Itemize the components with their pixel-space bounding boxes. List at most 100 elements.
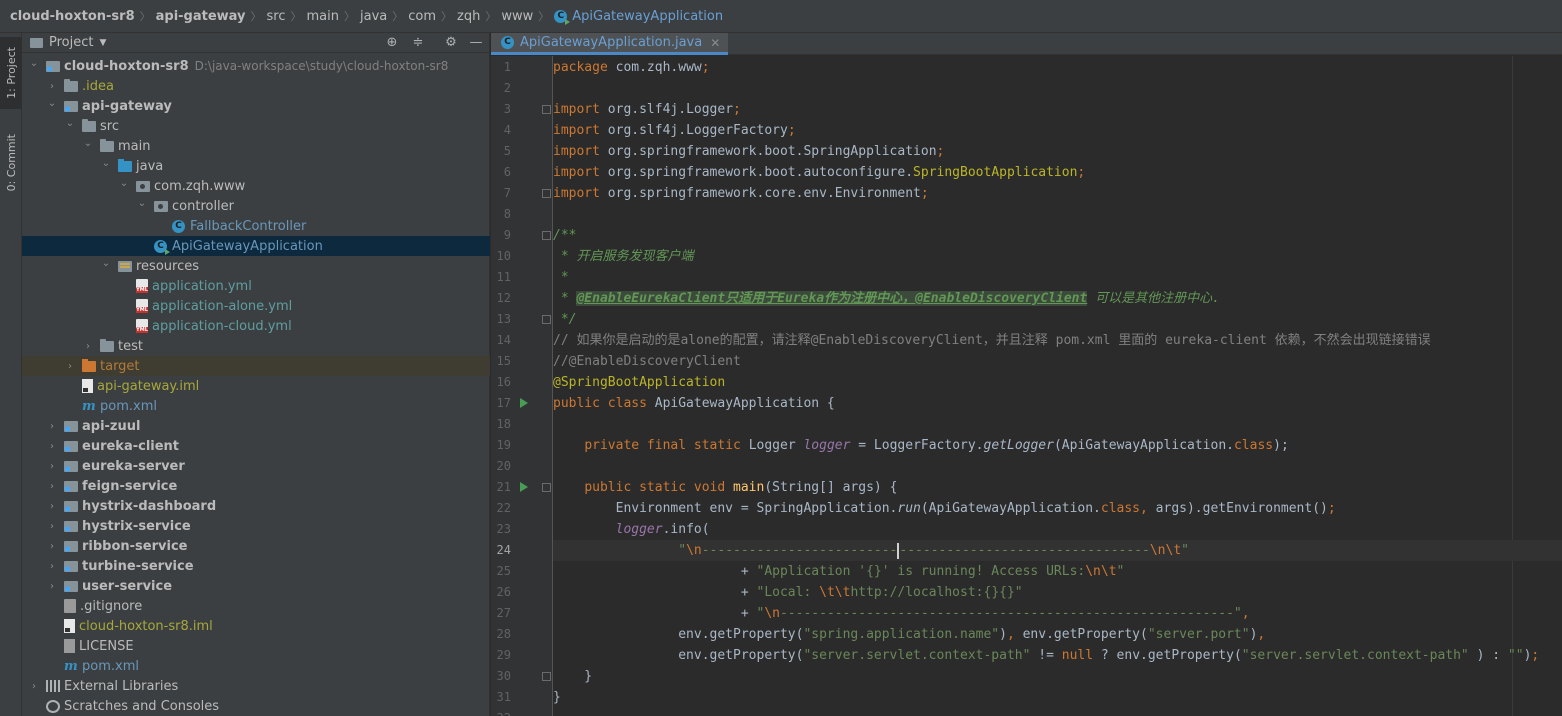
tree-item[interactable]: ⌄ resources <box>22 256 490 276</box>
tree-item[interactable]: › .idea <box>22 76 490 96</box>
project-view-selector[interactable]: Project <box>49 35 93 50</box>
run-gutter-icon[interactable] <box>520 482 528 492</box>
tree-item[interactable]: ›application.yml <box>22 276 490 296</box>
tree-item[interactable]: › test <box>22 336 490 356</box>
chevron-right-icon[interactable]: › <box>82 341 94 352</box>
chevron-right-icon[interactable]: › <box>46 561 58 572</box>
chevron-right-icon[interactable]: › <box>46 421 58 432</box>
chevron-down-icon[interactable]: ⌄ <box>28 58 40 69</box>
chevron-down-icon[interactable]: ⌄ <box>100 158 112 169</box>
hide-panel-icon[interactable]: — <box>468 35 484 51</box>
tree-item[interactable]: ›mpom.xml <box>22 656 490 676</box>
chevron-down-icon[interactable]: ⌄ <box>118 178 130 189</box>
breadcrumb-item[interactable]: cloud-hoxton-sr8 <box>10 9 135 24</box>
chevron-down-icon[interactable]: ⌄ <box>136 198 148 209</box>
tree-item[interactable]: ⌄ src <box>22 116 490 136</box>
tree-item[interactable]: ›CFallbackController <box>22 216 490 236</box>
tree-item[interactable]: › External Libraries <box>22 676 490 696</box>
project-tool-button[interactable]: 1: Project <box>0 37 22 109</box>
chevron-down-icon[interactable]: ⌄ <box>82 138 94 149</box>
chevron-right-icon[interactable]: › <box>64 361 76 372</box>
chevron-right-icon[interactable]: › <box>46 81 58 92</box>
code-line[interactable]: * @EnableEurekaClient只适用于Eureka作为注册中心，@E… <box>553 288 1562 309</box>
tree-item[interactable]: ›.gitignore <box>22 596 490 616</box>
code-line[interactable] <box>553 204 1562 225</box>
tree-item[interactable]: ⌄ cloud-hoxton-sr8 D:\java-workspace\study… <box>22 56 490 76</box>
tree-item[interactable]: ⌄ com.zqh.www <box>22 176 490 196</box>
code-line[interactable]: + "Application '{}' is running! Access U… <box>553 561 1562 582</box>
code-line[interactable]: } <box>553 687 1562 708</box>
code-line[interactable]: * 开启服务发现客户端 <box>553 246 1562 267</box>
code-line[interactable]: import org.springframework.core.env.Envi… <box>553 183 1562 204</box>
code-line[interactable]: env.getProperty("spring.application.name… <box>553 624 1562 645</box>
code-line[interactable]: } <box>553 666 1562 687</box>
tree-item[interactable]: ›Scratches and Consoles <box>22 696 490 716</box>
code-line[interactable]: logger.info( <box>553 519 1562 540</box>
tree-item[interactable]: › turbine-service <box>22 556 490 576</box>
tree-item[interactable]: ›application-alone.yml <box>22 296 490 316</box>
breadcrumb-item[interactable]: java <box>360 9 387 24</box>
chevron-right-icon[interactable]: › <box>46 481 58 492</box>
code-line[interactable]: private final static Logger logger = Log… <box>553 435 1562 456</box>
code-line[interactable] <box>553 78 1562 99</box>
breadcrumb-item[interactable]: api-gateway <box>156 9 246 24</box>
tree-item[interactable]: › user-service <box>22 576 490 596</box>
tree-item[interactable]: › ribbon-service <box>22 536 490 556</box>
code-line[interactable]: env.getProperty("server.servlet.context-… <box>553 645 1562 666</box>
tree-item[interactable]: › eureka-client <box>22 436 490 456</box>
code-line[interactable]: import org.springframework.boot.autoconf… <box>553 162 1562 183</box>
gear-icon[interactable]: ⚙ <box>443 35 459 51</box>
code-line[interactable]: package com.zqh.www; <box>553 57 1562 78</box>
chevron-right-icon[interactable]: › <box>46 581 58 592</box>
tree-item[interactable]: › hystrix-service <box>22 516 490 536</box>
fold-icon[interactable] <box>542 483 551 492</box>
fold-icon[interactable] <box>542 231 551 240</box>
tree-item[interactable]: › feign-service <box>22 476 490 496</box>
close-icon[interactable]: ✕ <box>710 36 720 50</box>
chevron-right-icon[interactable]: › <box>46 541 58 552</box>
tree-item[interactable]: ›api-gateway.iml <box>22 376 490 396</box>
code-area[interactable]: package com.zqh.www; import org.slf4j.Log… <box>553 56 1562 716</box>
breadcrumb-item[interactable]: com <box>408 9 436 24</box>
code-line[interactable]: public class ApiGatewayApplication { <box>553 393 1562 414</box>
chevron-right-icon[interactable]: › <box>46 501 58 512</box>
breadcrumb-item[interactable]: zqh <box>457 9 480 24</box>
tree-item[interactable]: ›CApiGatewayApplication <box>22 236 490 256</box>
code-line[interactable]: "\n------------------------- ------------… <box>553 540 1562 561</box>
code-line[interactable]: import org.slf4j.Logger; <box>553 99 1562 120</box>
tree-item[interactable]: ›LICENSE <box>22 636 490 656</box>
tree-item[interactable]: ›mpom.xml <box>22 396 490 416</box>
code-line[interactable]: + "Local: \t\thttp://localhost:{}{}" <box>553 582 1562 603</box>
run-gutter-icon[interactable] <box>520 398 528 408</box>
tree-item[interactable]: › eureka-server <box>22 456 490 476</box>
code-line[interactable]: */ <box>553 309 1562 330</box>
code-line[interactable]: + "\n-----------------------------------… <box>553 603 1562 624</box>
code-line[interactable]: public static void main(String[] args) { <box>553 477 1562 498</box>
tree-item[interactable]: ›application-cloud.yml <box>22 316 490 336</box>
breadcrumb-item[interactable]: main <box>307 9 339 24</box>
breadcrumb-item[interactable]: www <box>501 9 533 24</box>
chevron-down-icon[interactable]: ⌄ <box>64 118 76 129</box>
tree-item[interactable]: › target <box>22 356 490 376</box>
tree-item[interactable]: › api-zuul <box>22 416 490 436</box>
code-line[interactable]: //@EnableDiscoveryClient <box>553 351 1562 372</box>
code-line[interactable]: @SpringBootApplication <box>553 372 1562 393</box>
chevron-right-icon[interactable]: › <box>46 441 58 452</box>
chevron-right-icon[interactable]: › <box>46 461 58 472</box>
code-line[interactable]: // 如果你是启动的是alone的配置，请注释@EnableDiscoveryC… <box>553 330 1562 351</box>
tab-api-gateway-application[interactable]: C ApiGatewayApplication.java ✕ <box>491 33 729 55</box>
fold-icon[interactable] <box>542 315 551 324</box>
code-line[interactable]: import org.springframework.boot.SpringAp… <box>553 141 1562 162</box>
code-line[interactable] <box>553 414 1562 435</box>
chevron-right-icon[interactable]: › <box>28 681 40 692</box>
fold-icon[interactable] <box>542 672 551 681</box>
commit-tool-button[interactable]: 0: Commit <box>0 123 22 203</box>
code-line[interactable] <box>553 456 1562 477</box>
tree-item[interactable]: ⌄ java <box>22 156 490 176</box>
collapse-all-icon[interactable]: ≑ <box>410 35 426 51</box>
code-line[interactable]: import org.slf4j.LoggerFactory; <box>553 120 1562 141</box>
chevron-down-icon[interactable]: ▼ <box>99 38 106 48</box>
locate-icon[interactable]: ⊕ <box>384 35 400 51</box>
tree-item[interactable]: ›cloud-hoxton-sr8.iml <box>22 616 490 636</box>
chevron-right-icon[interactable]: › <box>46 521 58 532</box>
